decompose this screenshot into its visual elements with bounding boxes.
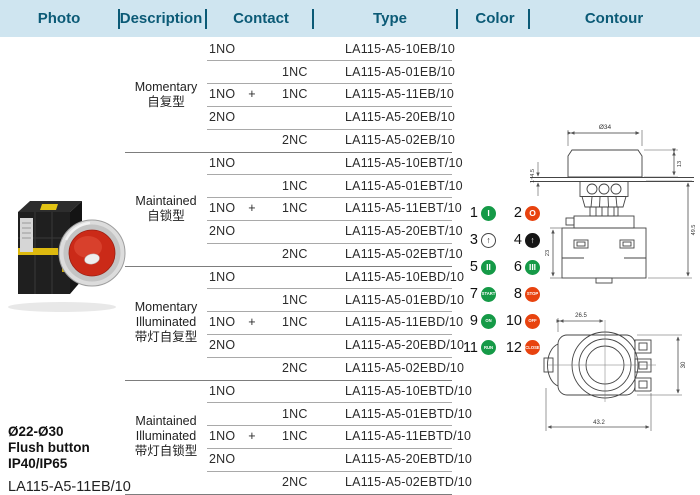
header-col-color: Color bbox=[475, 0, 514, 37]
color-swatch-9: ON bbox=[481, 314, 496, 329]
contact-no: 2NO bbox=[209, 338, 253, 352]
contact-nc: 1NC bbox=[282, 179, 326, 193]
type-code: LA115-A5-10EB/10 bbox=[345, 42, 455, 56]
type-code: LA115-A5-11EBD/10 bbox=[345, 315, 463, 329]
dim-body-depth: 23 bbox=[545, 250, 551, 256]
color-number: 12 bbox=[506, 340, 522, 356]
table-row: 2NO LA115-A5-20EBTD/10 bbox=[0, 448, 700, 471]
table-row: 1NC LA115-A5-01EB/10 bbox=[0, 60, 700, 83]
type-code: LA115-A5-01EBTD/10 bbox=[345, 407, 472, 421]
color-number: 3 bbox=[470, 232, 478, 248]
color-number: 4 bbox=[514, 232, 522, 248]
contact-no: 1NO bbox=[209, 384, 253, 398]
contour-front-view: Ø34 bbox=[524, 102, 700, 298]
type-code: LA115-A5-10EBT/10 bbox=[345, 156, 463, 170]
header-col-photo: Photo bbox=[38, 0, 81, 37]
type-code: LA115-A5-01EBD/10 bbox=[345, 293, 464, 307]
header-divider bbox=[118, 9, 120, 29]
contact-plus: + bbox=[244, 87, 260, 101]
color-swatch-1: I bbox=[481, 206, 496, 221]
contact-nc: 1NC bbox=[282, 293, 326, 307]
contact-nc: 2NC bbox=[282, 361, 326, 375]
color-option-7: 7START bbox=[452, 281, 496, 308]
catalog-page: PhotoDescriptionContactTypeColorContour … bbox=[0, 0, 700, 495]
dim-cap-height: 13 bbox=[677, 161, 683, 167]
header-col-description: Description bbox=[120, 0, 203, 37]
type-code: LA115-A5-11EBTD/10 bbox=[345, 429, 471, 443]
header-divider bbox=[312, 9, 314, 29]
dim-panel-thickness: 1~4.5 bbox=[530, 169, 536, 183]
contact-nc: 1NC bbox=[282, 315, 326, 329]
table-header: Photo Description Contact Type Color Contour bbox=[0, 0, 700, 37]
dim-diameter: Ø34 bbox=[599, 124, 612, 131]
group-separator bbox=[125, 494, 452, 495]
type-code: LA115-A5-02EBTD/10 bbox=[345, 475, 472, 489]
color-number: 6 bbox=[514, 259, 522, 275]
color-number: 7 bbox=[470, 286, 478, 302]
color-number: 5 bbox=[470, 259, 478, 275]
header-col-contour: Contour bbox=[585, 0, 643, 37]
color-swatch-5: II bbox=[481, 260, 496, 275]
color-swatch-7: START bbox=[481, 287, 496, 302]
type-code: LA115-A5-11EBT/10 bbox=[345, 201, 462, 215]
contact-plus: + bbox=[244, 315, 260, 329]
contact-nc: 1NC bbox=[282, 87, 326, 101]
type-code: LA115-A5-01EB/10 bbox=[345, 65, 455, 79]
color-option-11: 11RUN bbox=[452, 334, 496, 361]
contact-plus: + bbox=[244, 429, 260, 443]
color-swatch-3: ↑ bbox=[481, 233, 496, 248]
header-col-contact: Contact bbox=[233, 0, 289, 37]
contact-nc: 1NC bbox=[282, 407, 326, 421]
dim-total-width: 43.2 bbox=[593, 420, 605, 426]
table-row: 2NC LA115-A5-02EBTD/10 bbox=[0, 471, 700, 494]
type-code: LA115-A5-20EBTD/10 bbox=[345, 452, 472, 466]
type-code: LA115-A5-20EB/10 bbox=[345, 110, 455, 124]
dim-rear-height: 30 bbox=[681, 361, 687, 368]
dim-center-offset: 26.5 bbox=[575, 313, 587, 319]
contact-nc: 1NC bbox=[282, 429, 326, 443]
contact-nc: 2NC bbox=[282, 133, 326, 147]
header-divider bbox=[528, 9, 530, 29]
color-option-3: 3↑ bbox=[452, 227, 496, 254]
color-option-5: 5II bbox=[452, 254, 496, 281]
color-swatch-11: RUN bbox=[481, 340, 496, 355]
contact-no: 2NO bbox=[209, 452, 253, 466]
header-divider bbox=[205, 9, 207, 29]
contact-no: 2NO bbox=[209, 224, 253, 238]
dim-body-height: 49.5 bbox=[691, 225, 697, 236]
color-number: 9 bbox=[470, 313, 478, 329]
contact-plus: + bbox=[244, 201, 260, 215]
color-number: 2 bbox=[514, 205, 522, 221]
contour-rear-view: 26.5 43.2 30 bbox=[524, 298, 700, 446]
contact-nc: 1NC bbox=[282, 65, 326, 79]
type-code: LA115-A5-02EB/10 bbox=[345, 133, 455, 147]
type-code: LA115-A5-10EBD/10 bbox=[345, 270, 464, 284]
type-code: LA115-A5-02EBD/10 bbox=[345, 361, 464, 375]
contact-nc: 2NC bbox=[282, 475, 326, 489]
color-number: 11 bbox=[463, 340, 478, 356]
color-number: 10 bbox=[506, 313, 522, 329]
color-option-1: 1I bbox=[452, 200, 496, 227]
header-divider bbox=[456, 9, 458, 29]
contact-no: 1NO bbox=[209, 270, 253, 284]
type-code: LA115-A5-01EBT/10 bbox=[345, 179, 463, 193]
type-code: LA115-A5-02EBT/10 bbox=[345, 247, 463, 261]
type-code: LA115-A5-20EBT/10 bbox=[345, 224, 463, 238]
contact-nc: 2NC bbox=[282, 247, 326, 261]
color-number: 1 bbox=[470, 205, 478, 221]
contact-no: 1NO bbox=[209, 42, 253, 56]
contact-nc: 1NC bbox=[282, 201, 326, 215]
type-code: LA115-A5-10EBTD/10 bbox=[345, 384, 472, 398]
contact-no: 2NO bbox=[209, 110, 253, 124]
contact-no: 1NO bbox=[209, 156, 253, 170]
header-col-type: Type bbox=[373, 0, 407, 37]
color-number: 8 bbox=[514, 286, 522, 302]
type-code: LA115-A5-20EBD/10 bbox=[345, 338, 464, 352]
table-row: 1NO LA115-A5-10EB/10 bbox=[0, 38, 700, 61]
color-option-9: 9ON bbox=[452, 308, 496, 335]
type-code: LA115-A5-11EB/10 bbox=[345, 87, 454, 101]
